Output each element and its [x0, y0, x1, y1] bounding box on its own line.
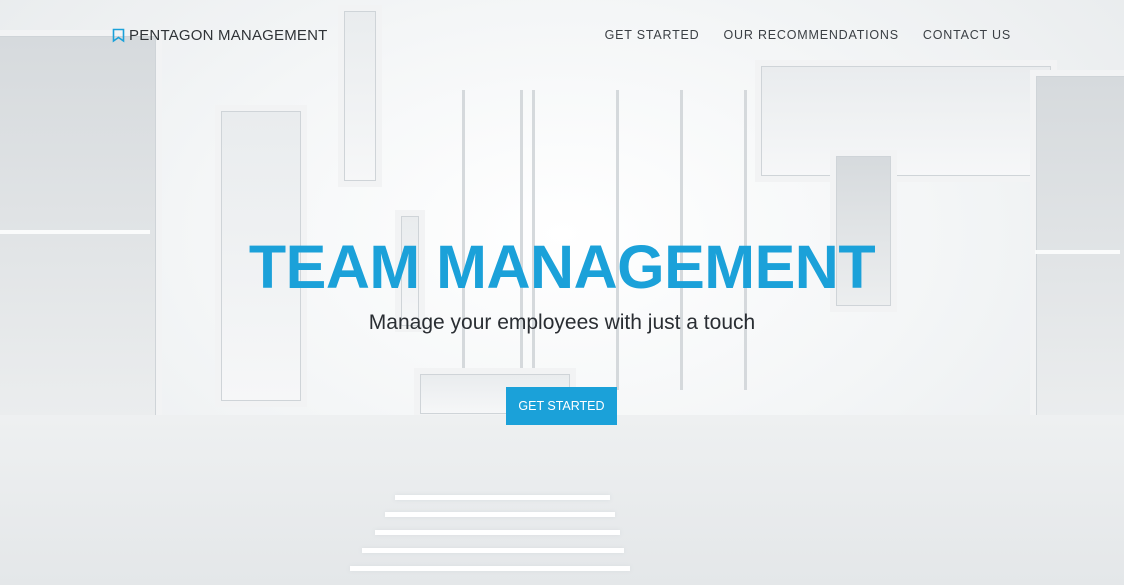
brand-name: PENTAGON MANAGEMENT [129, 27, 328, 44]
hero-title: TEAM MANAGEMENT [248, 233, 876, 301]
nav-menu: GET STARTED OUR RECOMMENDATIONS CONTACT … [605, 28, 1011, 42]
bookmark-icon [112, 28, 125, 43]
nav-link-our-recommendations[interactable]: OUR RECOMMENDATIONS [724, 28, 899, 42]
nav-link-contact-us[interactable]: CONTACT US [923, 28, 1011, 42]
hero-section: PENTAGON MANAGEMENT GET STARTED OUR RECO… [0, 0, 1124, 585]
nav-link-get-started[interactable]: GET STARTED [605, 28, 700, 42]
get-started-button[interactable]: GET STARTED [506, 387, 617, 425]
hero-subtitle: Manage your employees with just a touch [368, 311, 756, 334]
brand-logo[interactable]: PENTAGON MANAGEMENT [112, 27, 328, 44]
navbar: PENTAGON MANAGEMENT GET STARTED OUR RECO… [0, 0, 1124, 70]
